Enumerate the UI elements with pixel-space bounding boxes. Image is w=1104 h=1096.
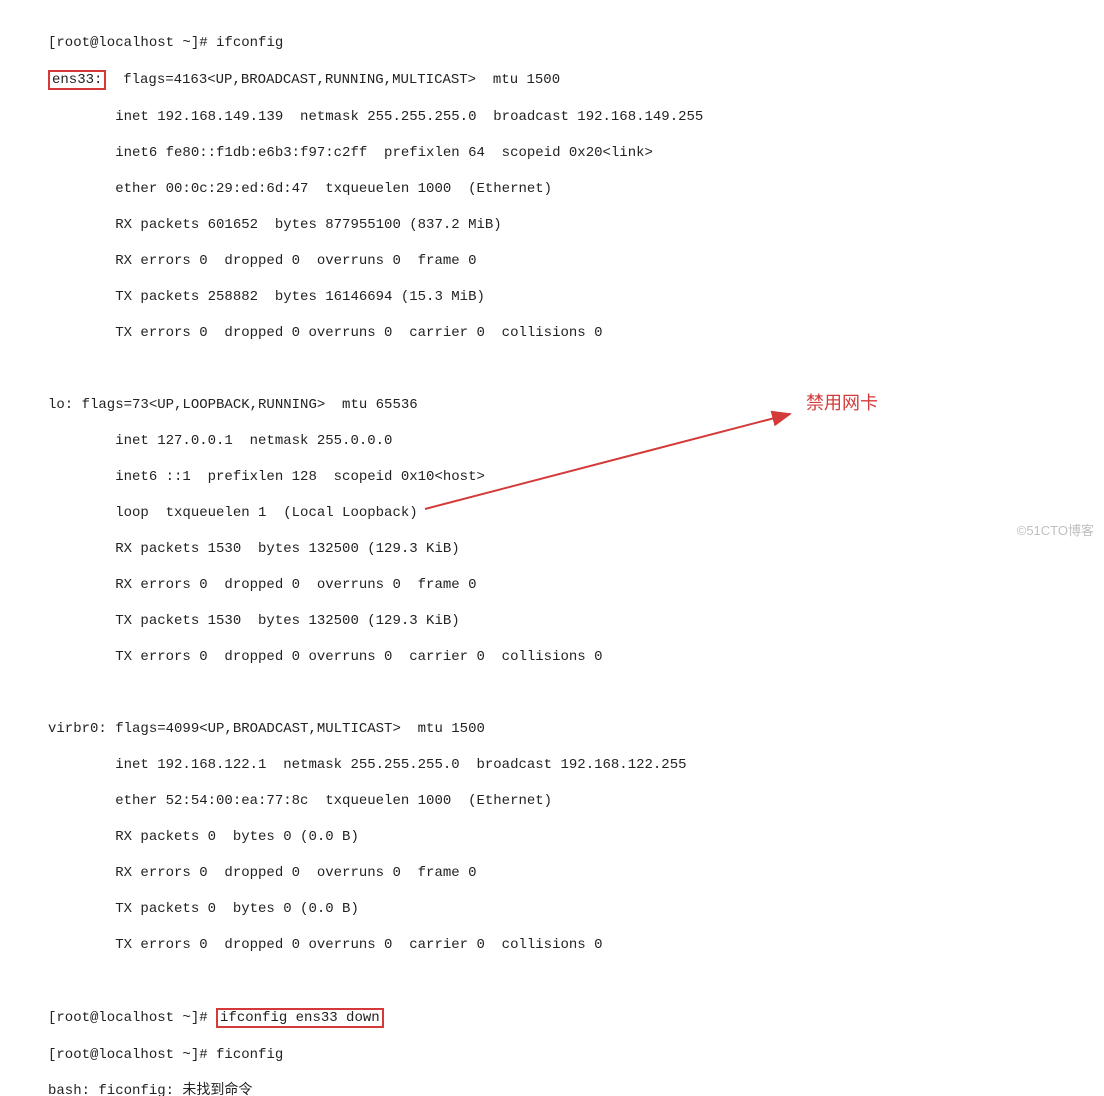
output-line: TX errors 0 dropped 0 overruns 0 carrier…: [48, 936, 703, 954]
output-line: RX errors 0 dropped 0 overruns 0 frame 0: [48, 252, 703, 270]
command-text: ficonfig: [216, 1047, 283, 1063]
output-line: RX packets 1530 bytes 132500 (129.3 KiB): [48, 540, 703, 558]
output-line: TX packets 258882 bytes 16146694 (15.3 M…: [48, 288, 703, 306]
shell-prompt: [root@localhost ~]#: [48, 1046, 216, 1064]
watermark: ©51CTO博客: [1017, 522, 1094, 540]
output-line: RX packets 601652 bytes 877955100 (837.2…: [48, 216, 703, 234]
annotation-label: 禁用网卡: [806, 394, 878, 412]
bash-error: bash: ficonfig: 未找到命令: [48, 1082, 703, 1096]
output-line: RX packets 0 bytes 0 (0.0 B): [48, 828, 703, 846]
highlight-box-iface: ens33:: [48, 70, 106, 90]
output-line: TX errors 0 dropped 0 overruns 0 carrier…: [48, 324, 703, 342]
highlight-box-cmd: ifconfig ens33 down: [216, 1008, 384, 1028]
output-line: TX packets 0 bytes 0 (0.0 B): [48, 900, 703, 918]
output-line: inet 127.0.0.1 netmask 255.0.0.0: [48, 432, 703, 450]
output-line: loop txqueuelen 1 (Local Loopback): [48, 504, 703, 522]
shell-prompt: [root@localhost ~]#: [48, 1009, 216, 1027]
output-line: ether 00:0c:29:ed:6d:47 txqueuelen 1000 …: [48, 180, 703, 198]
output-line: TX errors 0 dropped 0 overruns 0 carrier…: [48, 648, 703, 666]
shell-prompt: [root@localhost ~]#: [48, 34, 216, 52]
output-line: inet 192.168.122.1 netmask 255.255.255.0…: [48, 756, 703, 774]
output-line: RX errors 0 dropped 0 overruns 0 frame 0: [48, 864, 703, 882]
output-line: inet6 ::1 prefixlen 128 scopeid 0x10<hos…: [48, 468, 703, 486]
output-line: lo: flags=73<UP,LOOPBACK,RUNNING> mtu 65…: [48, 396, 703, 414]
output-line: inet 192.168.149.139 netmask 255.255.255…: [48, 108, 703, 126]
terminal-output: [root@localhost ~]# ifconfig ens33: flag…: [48, 16, 703, 1096]
iface-flags: flags=4163<UP,BROADCAST,RUNNING,MULTICAS…: [106, 72, 560, 88]
command-text: ifconfig: [216, 35, 283, 51]
output-line: inet6 fe80::f1db:e6b3:f97:c2ff prefixlen…: [48, 144, 703, 162]
output-line: RX errors 0 dropped 0 overruns 0 frame 0: [48, 576, 703, 594]
output-line: virbr0: flags=4099<UP,BROADCAST,MULTICAS…: [48, 720, 703, 738]
output-line: TX packets 1530 bytes 132500 (129.3 KiB): [48, 612, 703, 630]
output-line: ether 52:54:00:ea:77:8c txqueuelen 1000 …: [48, 792, 703, 810]
